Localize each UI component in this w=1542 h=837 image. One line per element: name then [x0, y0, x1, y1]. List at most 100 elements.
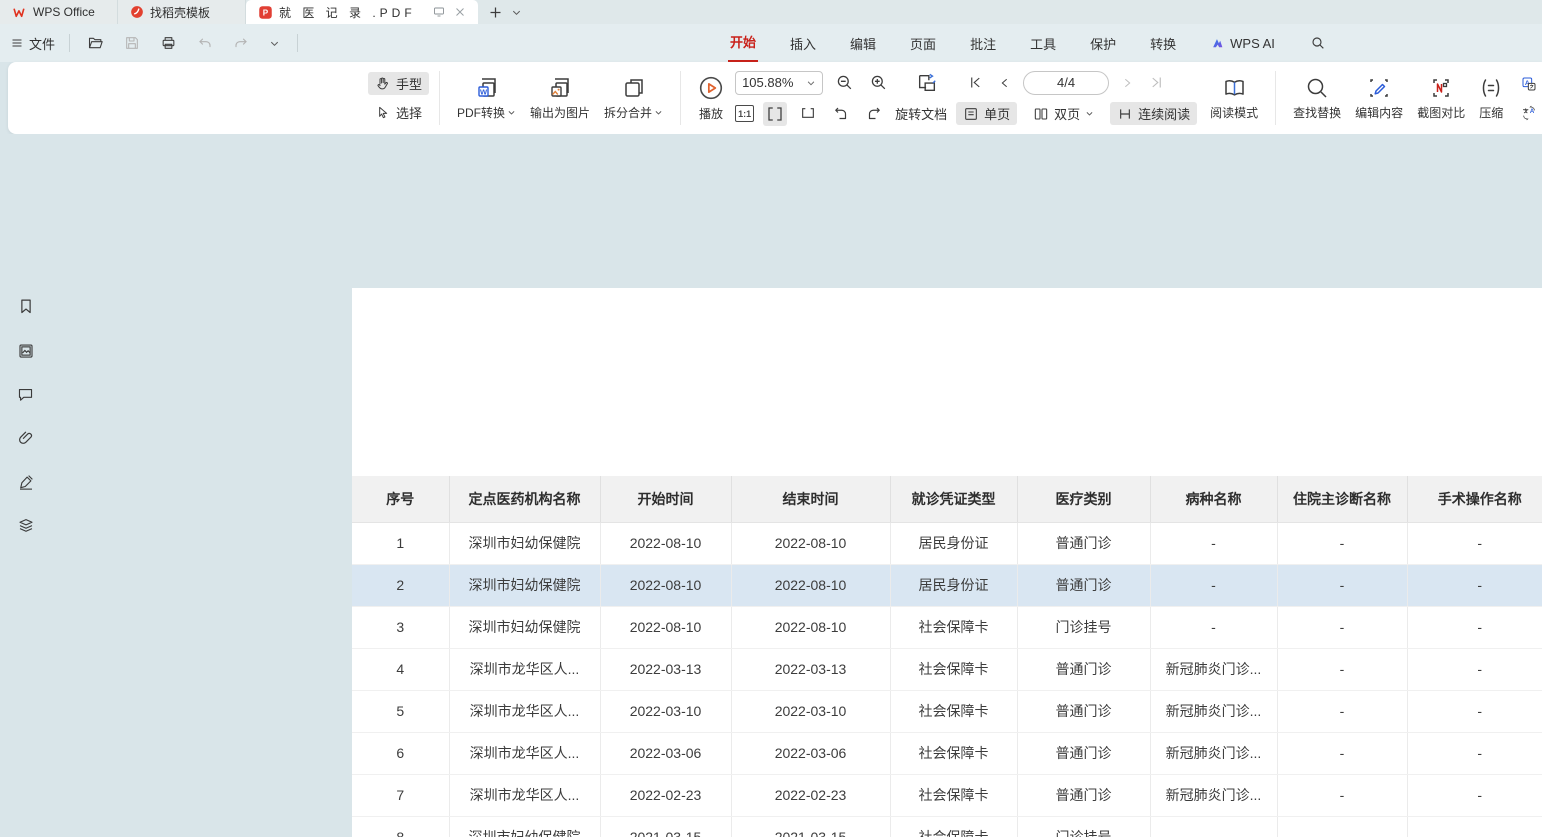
table-cell: 社会保障卡: [890, 648, 1017, 690]
tab-label: WPS Office: [33, 5, 95, 19]
open-file-icon[interactable]: [84, 32, 107, 54]
table-cell: 2022-08-10: [600, 606, 731, 648]
menu-start[interactable]: 开始: [728, 23, 758, 63]
window-tabbar: WPS Office 找稻壳模板 P 就 医 记 录 .PDF: [0, 0, 1542, 24]
table-cell: 普通门诊: [1017, 648, 1150, 690]
table-cell: -: [1277, 648, 1407, 690]
table-cell: 居民身份证: [890, 564, 1017, 606]
hamburger-icon: [10, 37, 24, 49]
undo-icon[interactable]: [194, 33, 216, 54]
rotate-doc-label[interactable]: 旋转文档: [895, 104, 947, 123]
layers-icon[interactable]: [13, 514, 38, 538]
export-image-button[interactable]: 输出为图片: [523, 73, 597, 124]
rotate-right-icon[interactable]: [862, 102, 886, 126]
table-header-row: 序号 定点医药机构名称 开始时间 结束时间 就诊凭证类型 医疗类别 病种名称 住…: [352, 476, 1542, 522]
table-cell: -: [1277, 690, 1407, 732]
continuous-reading-label: 连续阅读: [1138, 104, 1190, 123]
table-row: 7深圳市龙华区人...2022-02-232022-02-23社会保障卡普通门诊…: [352, 774, 1542, 816]
menu-convert[interactable]: 转换: [1148, 25, 1178, 62]
new-tab-icon[interactable]: [488, 5, 503, 20]
menu-insert[interactable]: 插入: [788, 25, 818, 62]
menubar-search-icon[interactable]: [1307, 32, 1329, 54]
split-merge-icon: [622, 76, 646, 100]
table-cell: 社会保障卡: [890, 732, 1017, 774]
actual-size-icon[interactable]: 1:1: [735, 105, 754, 122]
zoom-out-icon[interactable]: [832, 70, 857, 95]
table-cell: 普通门诊: [1017, 522, 1150, 564]
menu-protect[interactable]: 保护: [1088, 25, 1118, 62]
fit-page-icon[interactable]: [796, 103, 820, 125]
screenshot-compare-button[interactable]: 截图对比: [1410, 73, 1472, 124]
rotate-pages-icon[interactable]: [912, 69, 942, 97]
prev-page-icon[interactable]: [995, 73, 1014, 93]
menu-wps-ai[interactable]: WPS AI: [1208, 27, 1277, 60]
bookmark-icon[interactable]: [13, 294, 38, 319]
table-cell: 社会保障卡: [890, 774, 1017, 816]
edit-content-button[interactable]: 编辑内容: [1348, 73, 1410, 124]
single-page-button[interactable]: 单页: [956, 102, 1017, 125]
print-icon[interactable]: [157, 32, 180, 54]
menu-edit[interactable]: 编辑: [848, 25, 878, 62]
table-cell: -: [1150, 816, 1277, 837]
fit-width-icon[interactable]: [763, 102, 787, 126]
monitor-icon[interactable]: [432, 6, 446, 18]
word-translate-button[interactable]: A 划词翻译: [1514, 101, 1542, 124]
table-cell: 社会保障卡: [890, 690, 1017, 732]
hand-tool-button[interactable]: 手型: [368, 72, 429, 95]
continuous-reading-button[interactable]: 连续阅读: [1110, 102, 1197, 125]
redo-icon[interactable]: [230, 33, 252, 54]
rotate-left-icon[interactable]: [829, 102, 853, 126]
thumbnails-icon[interactable]: [13, 339, 38, 363]
double-page-icon: [1033, 106, 1049, 122]
col-header: 序号: [352, 476, 449, 522]
last-page-icon[interactable]: [1146, 72, 1167, 93]
svg-text:W: W: [479, 87, 487, 96]
table-row: 8深圳市妇幼保健院2021-03-152021-03-15社会保障卡门诊挂号--…: [352, 816, 1542, 837]
col-header: 病种名称: [1150, 476, 1277, 522]
tab-document-pdf[interactable]: P 就 医 记 录 .PDF: [246, 0, 478, 24]
quickbar-chevron-icon[interactable]: [266, 35, 283, 52]
menu-tools[interactable]: 工具: [1028, 25, 1058, 62]
table-cell: 普通门诊: [1017, 732, 1150, 774]
select-tool-button[interactable]: 选择: [368, 101, 429, 124]
save-icon[interactable]: [121, 32, 143, 54]
table-cell: 深圳市妇幼保健院: [449, 522, 600, 564]
pdf-convert-button[interactable]: W PDF转换: [450, 73, 523, 124]
tab-wps-office[interactable]: WPS Office: [0, 0, 118, 24]
comment-icon[interactable]: [13, 383, 38, 406]
double-page-button[interactable]: 双页: [1026, 102, 1101, 125]
tab-docer-templates[interactable]: 找稻壳模板: [118, 0, 246, 24]
compress-button[interactable]: 压缩: [1472, 73, 1510, 124]
signature-icon[interactable]: [13, 470, 38, 494]
table-cell: 2021-03-15: [600, 816, 731, 837]
split-merge-button[interactable]: 拆分合并: [597, 73, 670, 124]
table-cell: -: [1277, 606, 1407, 648]
next-page-icon[interactable]: [1118, 73, 1137, 93]
zoom-level-select[interactable]: 105.88%: [735, 71, 823, 95]
table-cell: 6: [352, 732, 449, 774]
menu-bar: 文件 开始 插入 编辑 页面 批注 工具 保护 转换: [0, 24, 1542, 62]
page-indicator-input[interactable]: [1023, 71, 1109, 95]
menu-comment[interactable]: 批注: [968, 25, 998, 62]
find-replace-label: 查找替换: [1293, 104, 1341, 121]
table-cell: -: [1277, 774, 1407, 816]
table-cell: -: [1407, 522, 1542, 564]
full-translate-button[interactable]: A 全文翻译: [1514, 72, 1542, 95]
divider: [69, 34, 70, 52]
close-tab-icon[interactable]: [454, 6, 466, 18]
tab-list-chevron-icon[interactable]: [511, 7, 522, 18]
attachment-icon[interactable]: [13, 426, 38, 450]
menu-page[interactable]: 页面: [908, 25, 938, 62]
play-button[interactable]: 播放: [691, 72, 731, 125]
zoom-in-icon[interactable]: [866, 70, 891, 95]
table-row: 2深圳市妇幼保健院2022-08-102022-08-10居民身份证普通门诊--…: [352, 564, 1542, 606]
split-merge-label: 拆分合并: [604, 104, 652, 121]
first-page-icon[interactable]: [965, 72, 986, 93]
file-menu-button[interactable]: 文件: [10, 34, 55, 53]
find-replace-button[interactable]: 查找替换: [1286, 73, 1348, 124]
table-cell: 新冠肺炎门诊...: [1150, 648, 1277, 690]
table-cell: -: [1407, 690, 1542, 732]
read-mode-button[interactable]: 阅读模式: [1203, 73, 1265, 124]
full-translate-icon: A: [1521, 76, 1537, 92]
wps-ai-icon: [1210, 37, 1225, 50]
